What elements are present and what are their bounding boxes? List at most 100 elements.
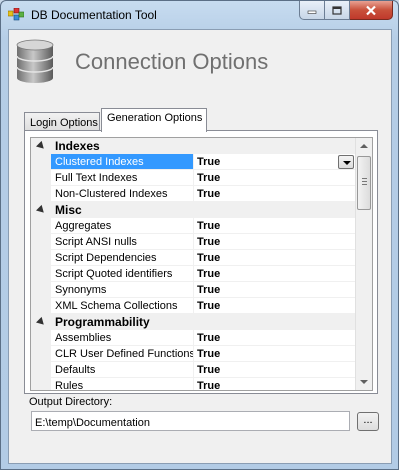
property-name[interactable]: Script ANSI nulls [51,234,194,250]
row-gutter [31,234,51,250]
page-title: Connection Options [75,49,269,74]
expander-icon[interactable] [35,140,47,152]
scroll-down-button[interactable] [356,373,372,390]
property-row[interactable]: Clustered Indexes True [31,154,356,170]
property-name[interactable]: Aggregates [51,218,194,234]
property-name[interactable]: Defaults [51,362,194,378]
output-directory-label: Output Directory: [29,396,113,408]
header: Connection Options [9,30,391,92]
scroll-thumb[interactable] [357,156,371,210]
property-row[interactable]: CLR User Defined Functions True [31,346,356,362]
vertical-scrollbar[interactable] [355,138,372,390]
minimize-button[interactable] [299,1,325,20]
property-row[interactable]: Assemblies True [31,330,356,346]
property-name[interactable]: Script Quoted identifiers [51,266,194,282]
row-gutter [31,218,51,234]
property-name[interactable]: Rules [51,378,194,390]
property-value[interactable]: True [194,250,356,266]
row-gutter [31,298,51,314]
tab-generation-options[interactable]: Generation Options [101,108,207,132]
category-label: Indexes [51,138,356,154]
property-value-text: True [197,332,221,344]
property-row[interactable]: Non-Clustered Indexes True [31,186,356,202]
property-row[interactable]: Synonyms True [31,282,356,298]
close-button[interactable] [350,1,393,20]
grip-line [362,184,367,185]
property-grid: Indexes Clustered Indexes True Full Text In… [30,137,373,391]
property-name[interactable]: XML Schema Collections [51,298,194,314]
property-value[interactable]: True [194,346,356,362]
property-row[interactable]: Full Text Indexes True [31,170,356,186]
close-icon [366,5,376,15]
property-row[interactable]: Defaults True [31,362,356,378]
category-row[interactable]: Indexes [31,138,356,154]
property-name[interactable]: Clustered Indexes [51,154,194,170]
property-value[interactable]: True [194,362,356,378]
property-value[interactable]: True [194,282,356,298]
row-gutter [31,282,51,298]
client-area: Connection Options Login Options Generat… [8,29,392,464]
tab-login-options[interactable]: Login Options [24,112,100,132]
row-gutter [31,170,51,186]
window-controls [299,1,393,21]
scroll-up-button[interactable] [356,138,372,155]
property-value[interactable]: True [194,266,356,282]
window-title: DB Documentation Tool [31,8,157,22]
property-name[interactable]: Full Text Indexes [51,170,194,186]
property-value[interactable]: True [194,330,356,346]
output-directory-input[interactable] [31,411,350,431]
row-gutter [31,330,51,346]
property-row[interactable]: Aggregates True [31,218,356,234]
property-value-text: True [197,284,221,296]
property-value-text: True [197,252,221,264]
row-gutter [31,250,51,266]
property-value-text: True [197,268,221,280]
maximize-button[interactable] [325,1,350,20]
category-row[interactable]: Programmability [31,314,356,330]
property-value[interactable]: True [194,186,356,202]
property-name[interactable]: CLR User Defined Functions [51,346,194,362]
grip-line [362,181,367,182]
category-label: Programmability [51,314,356,330]
property-value-text: True [197,348,221,360]
property-row[interactable]: XML Schema Collections True [31,298,356,314]
property-row[interactable]: Script ANSI nulls True [31,234,356,250]
property-value[interactable]: True [194,154,356,170]
row-gutter [31,186,51,202]
row-gutter [31,154,51,170]
row-gutter [31,346,51,362]
value-dropdown-button[interactable] [338,155,354,169]
expander-icon[interactable] [35,316,47,328]
property-value[interactable]: True [194,298,356,314]
property-row[interactable]: Script Quoted identifiers True [31,266,356,282]
category-gutter [31,202,51,218]
property-value-text: True [197,300,221,312]
category-row[interactable]: Misc [31,202,356,218]
title-bar[interactable]: DB Documentation Tool [1,1,398,29]
property-value-text: True [197,364,221,376]
expander-icon[interactable] [35,204,47,216]
property-name[interactable]: Assemblies [51,330,194,346]
property-value[interactable]: True [194,170,356,186]
property-name[interactable]: Script Dependencies [51,250,194,266]
minimize-icon [307,10,317,14]
grip-line [362,178,367,179]
property-name[interactable]: Non-Clustered Indexes [51,186,194,202]
row-gutter [31,378,51,390]
property-name[interactable]: Synonyms [51,282,194,298]
app-icon [8,8,24,21]
row-gutter [31,266,51,282]
database-icon [16,39,54,83]
maximize-icon [332,5,342,15]
property-value[interactable]: True [194,234,356,250]
property-value-text: True [197,220,221,232]
property-row[interactable]: Script Dependencies True [31,250,356,266]
category-gutter [31,314,51,330]
property-row[interactable]: Rules True [31,378,356,391]
browse-button[interactable]: ... [357,412,379,431]
property-value[interactable]: True [194,378,356,391]
property-value[interactable]: True [194,218,356,234]
property-value-text: True [197,380,221,391]
app-window: DB Documentation Tool Connection Options… [0,0,399,470]
property-value-text: True [197,172,221,184]
